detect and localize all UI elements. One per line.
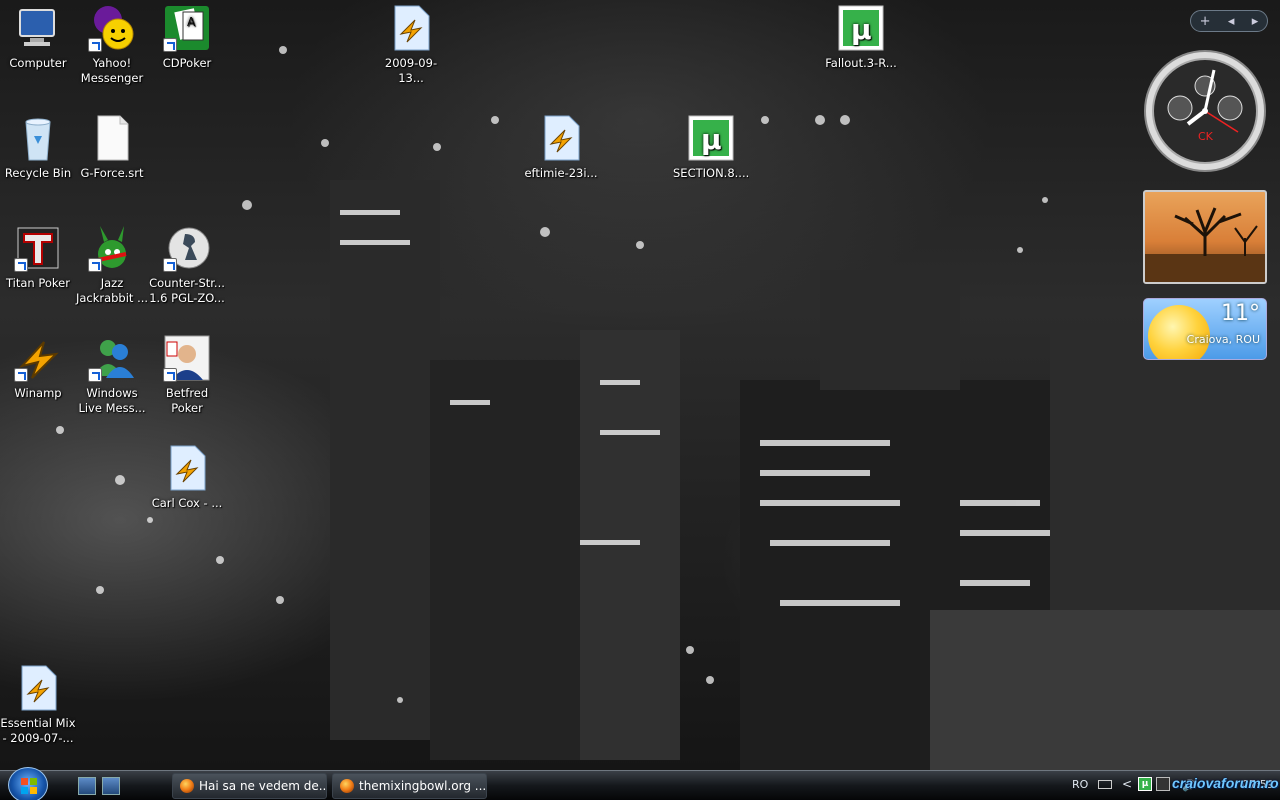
computer-icon xyxy=(14,4,62,52)
quick-launch xyxy=(78,777,120,795)
shortcut-arrow-icon xyxy=(14,368,28,382)
desktop-icon-cdpoker[interactable]: A CDPoker xyxy=(149,4,225,71)
desktop-icon-eftimie-media[interactable]: eftimie-23i... xyxy=(523,114,599,181)
windows-live-messenger-icon xyxy=(88,334,136,382)
shortcut-arrow-icon xyxy=(163,258,177,272)
language-indicator[interactable]: RO xyxy=(1072,778,1088,791)
shortcut-arrow-icon xyxy=(88,38,102,52)
desktop-icon-label: Fallout.3-R... xyxy=(825,56,897,70)
desktop-icon-label: Jazz Jackrabbit ... xyxy=(75,276,149,305)
desktop-icon-label: Computer xyxy=(9,56,67,70)
desktop-icon-essential-mix-media[interactable]: Essential Mix - 2009-07-... xyxy=(0,664,76,746)
desktop-icon-label: Counter-Str... 1.6 PGL-ZO... xyxy=(149,276,225,305)
windows-logo-icon xyxy=(21,778,37,794)
desktop-icon-label: Betfred Poker xyxy=(165,386,209,415)
task-label: Hai sa ne vedem de... xyxy=(199,779,327,793)
task-label: themixingbowl.org ... xyxy=(359,779,487,793)
desktop-icon-label: 2009-09-13... xyxy=(384,56,438,85)
desktop-icon-label: Titan Poker xyxy=(6,276,70,290)
winamp-media-file-icon xyxy=(14,664,62,712)
desktop-icon-winamp[interactable]: Winamp xyxy=(0,334,76,401)
desktop-icon-recycle-bin[interactable]: Recycle Bin xyxy=(0,114,76,181)
analog-clock-face xyxy=(1144,50,1266,172)
desktop-icon-windows-live-messenger[interactable]: Windows Live Mess... xyxy=(74,334,150,416)
desktop-icon-label: Carl Cox - ... xyxy=(151,496,223,510)
titan-poker-icon xyxy=(14,224,62,272)
start-button[interactable] xyxy=(8,767,48,800)
desktop-icon-section8-torrent[interactable]: µ SECTION.8.... xyxy=(673,114,749,181)
desktop-icon-label: SECTION.8.... xyxy=(673,166,749,180)
firefox-icon xyxy=(340,779,354,793)
weather-temperature: 11° xyxy=(1221,301,1260,326)
switch-windows-icon[interactable] xyxy=(102,777,120,795)
desktop-icon-label: eftimie-23i... xyxy=(524,166,598,180)
shortcut-arrow-icon xyxy=(88,368,102,382)
desktop-icon-jazz-jackrabbit[interactable]: Jazz Jackrabbit ... xyxy=(74,224,150,306)
taskbar-button-firefox-2[interactable]: themixingbowl.org ... xyxy=(332,773,487,799)
utorrent-file-icon: µ xyxy=(837,4,885,52)
desktop-icon-label: Yahoo! Messenger xyxy=(80,56,144,85)
shortcut-arrow-icon xyxy=(14,258,28,272)
add-gadget-button[interactable]: + xyxy=(1200,14,1211,29)
utorrent-file-icon: µ xyxy=(687,114,735,162)
clock-brand-label: CK xyxy=(1198,130,1213,143)
desktop-icon-counter-strike[interactable]: Counter-Str... 1.6 PGL-ZO... xyxy=(149,224,225,306)
taskbar-button-firefox-1[interactable]: Hai sa ne vedem de... xyxy=(172,773,327,799)
desktop-icon-titan-poker[interactable]: Titan Poker xyxy=(0,224,76,291)
taskbar: Hai sa ne vedem de... themixingbowl.org … xyxy=(0,767,1280,800)
shortcut-arrow-icon xyxy=(163,368,177,382)
tree-sunset-image xyxy=(1145,207,1265,282)
weather-location: Craiova, ROU xyxy=(1186,333,1260,346)
poker-cards-icon: A xyxy=(163,4,211,52)
desktop-icon-computer[interactable]: Computer xyxy=(0,4,76,71)
desktop-icon-label: Recycle Bin xyxy=(4,166,72,180)
next-gadget-page-button[interactable]: ▸ xyxy=(1252,14,1259,29)
desktop-icon-carl-cox-media[interactable]: Carl Cox - ... xyxy=(149,444,225,511)
betfred-poker-icon xyxy=(163,334,211,382)
slideshow-gadget[interactable] xyxy=(1143,190,1267,284)
winamp-media-file-icon xyxy=(163,444,211,492)
text-file-icon xyxy=(88,114,136,162)
site-watermark: craiovaforum.ro xyxy=(1172,775,1279,791)
recycle-bin-icon xyxy=(14,114,62,162)
desktop-icon-fallout3-torrent[interactable]: µ Fallout.3-R... xyxy=(823,4,899,71)
network-icon[interactable] xyxy=(1156,777,1170,791)
desktop-icon-label: G-Force.srt xyxy=(80,166,144,180)
counter-strike-icon xyxy=(163,224,211,272)
winamp-media-file-icon xyxy=(387,4,435,52)
desktop-icon-label: CDPoker xyxy=(162,56,212,70)
desktop-icon-label: Windows Live Mess... xyxy=(78,386,146,415)
desktop-icon-gforce-srt[interactable]: G-Force.srt xyxy=(74,114,150,181)
desktop-icon-yahoo-messenger[interactable]: Yahoo! Messenger xyxy=(74,4,150,86)
weather-gadget[interactable]: 11° Craiova, ROU xyxy=(1143,298,1267,360)
svg-text:A: A xyxy=(187,15,196,29)
firefox-icon xyxy=(180,779,194,793)
previous-gadget-page-button[interactable]: ◂ xyxy=(1228,14,1235,29)
desktop-icon-media-2009-09-13[interactable]: 2009-09-13... xyxy=(373,4,449,86)
utorrent-tray-icon[interactable]: µ xyxy=(1138,777,1152,791)
svg-text:µ: µ xyxy=(851,13,872,46)
clock-gadget[interactable]: CK xyxy=(1142,48,1268,174)
sidebar-controls: + ◂ ▸ xyxy=(1190,10,1268,32)
shortcut-arrow-icon xyxy=(163,38,177,52)
svg-text:µ: µ xyxy=(701,123,722,156)
jazz-jackrabbit-icon xyxy=(88,224,136,272)
winamp-media-file-icon xyxy=(537,114,585,162)
show-hidden-icons-button[interactable]: < xyxy=(1122,777,1132,791)
desktop-icon-label: Essential Mix - 2009-07-... xyxy=(0,716,76,745)
shortcut-arrow-icon xyxy=(88,258,102,272)
keyboard-icon[interactable] xyxy=(1098,780,1112,789)
desktop-icon-label: Winamp xyxy=(14,386,62,400)
show-desktop-icon[interactable] xyxy=(78,777,96,795)
desktop-icon-betfred-poker[interactable]: Betfred Poker xyxy=(149,334,225,416)
yahoo-messenger-icon xyxy=(88,4,136,52)
winamp-icon xyxy=(14,334,62,382)
